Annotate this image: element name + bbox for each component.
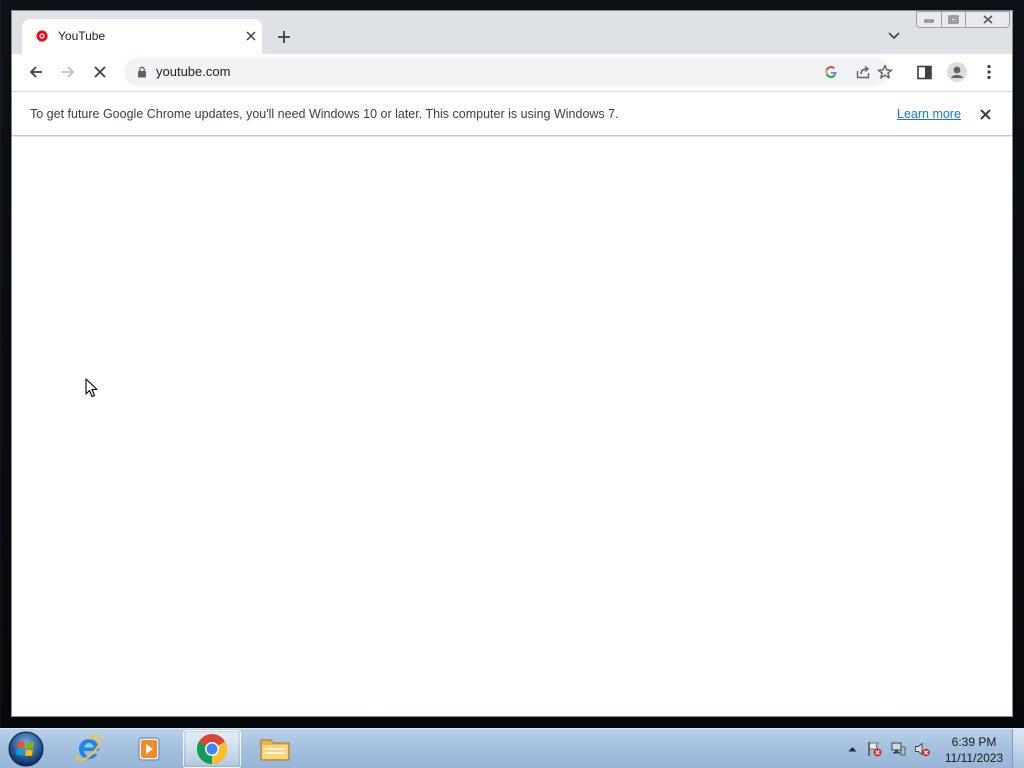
star-bookmark-icon[interactable] <box>874 61 896 83</box>
google-g-icon[interactable] <box>822 63 840 81</box>
close-window-icon[interactable] <box>966 11 1010 28</box>
window-controls <box>916 11 1010 29</box>
restore-icon[interactable] <box>942 11 966 28</box>
windows-start-orb-icon[interactable] <box>6 730 46 768</box>
new-tab-plus-icon[interactable] <box>273 26 295 48</box>
action-center-flag-icon[interactable] <box>866 741 882 757</box>
clock-time: 6:39 PM <box>951 735 997 749</box>
toolbar: youtube.com <box>12 54 1012 90</box>
url-text[interactable]: youtube.com <box>156 64 230 79</box>
tab-youtube[interactable]: YouTube <box>22 19 262 54</box>
chrome-window: YouTube youtube.com To get future Google… <box>11 10 1013 717</box>
address-bar[interactable]: youtube.com <box>124 58 890 86</box>
infobar-close-icon[interactable] <box>978 107 992 121</box>
volume-muted-icon[interactable] <box>914 741 930 757</box>
google-chrome-taskbar-icon[interactable] <box>183 730 241 768</box>
side-panel-icon[interactable] <box>913 61 935 83</box>
network-icon[interactable] <box>890 741 906 757</box>
youtube-favicon-icon <box>36 30 48 42</box>
clock-date: 11/11/2023 <box>944 751 1004 765</box>
internet-explorer-taskbar-icon[interactable] <box>60 730 118 768</box>
infobar-message: To get future Google Chrome updates, you… <box>30 107 619 121</box>
profile-avatar-icon[interactable] <box>946 61 968 83</box>
forward-arrow-icon[interactable] <box>56 60 80 84</box>
back-arrow-icon[interactable] <box>24 60 48 84</box>
lock-icon[interactable] <box>136 66 148 78</box>
show-hidden-icons-chevron-up-icon[interactable] <box>844 741 860 757</box>
minimize-icon[interactable] <box>916 11 942 28</box>
stop-loading-icon[interactable] <box>88 60 112 84</box>
kebab-menu-icon[interactable] <box>978 61 1000 83</box>
system-clock[interactable]: 6:39 PM 11/11/2023 <box>938 734 1010 766</box>
page-content[interactable] <box>12 137 1012 716</box>
show-desktop-button[interactable] <box>1012 729 1024 768</box>
learn-more-link[interactable]: Learn more <box>897 107 961 121</box>
tab-strip: YouTube <box>12 11 1012 54</box>
file-explorer-taskbar-icon[interactable] <box>246 730 304 768</box>
tab-search-chevron-down-icon[interactable] <box>886 28 902 44</box>
update-infobar: To get future Google Chrome updates, you… <box>12 91 1012 136</box>
tab-close-icon[interactable] <box>244 29 258 43</box>
windows-media-player-taskbar-icon[interactable] <box>120 730 178 768</box>
taskbar: 6:39 PM 11/11/2023 <box>0 728 1024 768</box>
share-icon[interactable] <box>854 63 872 81</box>
mouse-cursor-icon <box>85 378 98 398</box>
tab-title: YouTube <box>58 29 106 43</box>
